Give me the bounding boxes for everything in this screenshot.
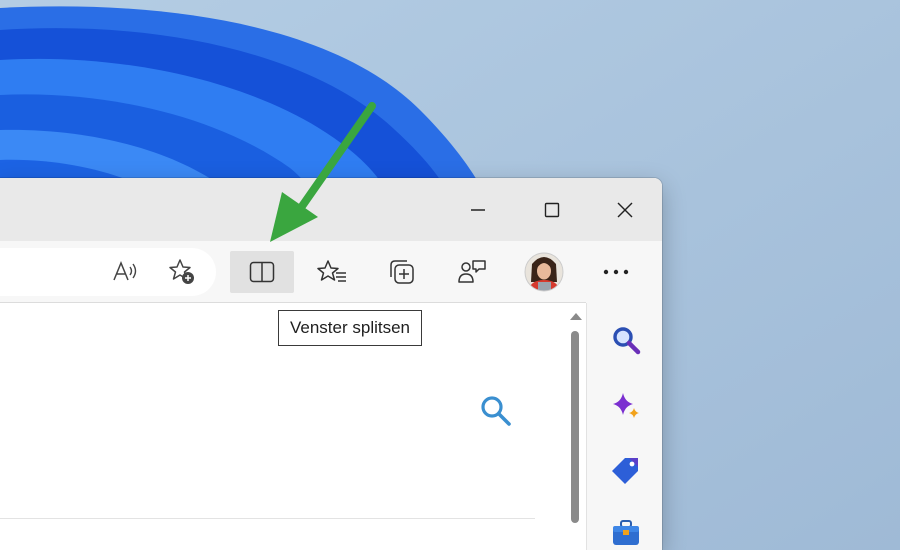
minimize-button[interactable] [448,186,508,234]
feedback-icon [458,260,486,283]
split-window-tooltip: Venster splitsen [278,310,423,346]
collections-button[interactable] [380,250,424,294]
content-divider [0,518,535,519]
toolbox-icon [613,520,639,545]
close-button[interactable] [595,186,655,234]
split-window-button[interactable] [230,251,294,293]
read-aloud-icon [113,261,137,281]
sidebar-item-shopping[interactable] [609,453,643,487]
search-icon [481,396,511,426]
split-screen-icon [249,261,275,283]
feedback-button[interactable] [450,250,494,294]
title-bar[interactable] [0,178,662,241]
page-search-button[interactable] [478,393,514,429]
add-favorite-icon [169,259,194,284]
maximize-icon [544,202,560,218]
minimize-icon [471,209,485,211]
add-favorite-button[interactable] [160,250,204,294]
browser-window [0,178,662,550]
settings-and-more-button[interactable] [594,250,638,294]
more-icon [603,269,629,275]
vertical-scrollbar[interactable] [566,303,586,550]
maximize-button[interactable] [522,186,582,234]
favorites-button[interactable] [310,250,354,294]
read-aloud-button[interactable] [103,250,147,294]
profile-button[interactable] [522,250,566,294]
sparkle-icon [613,393,639,418]
sidebar-item-tools[interactable] [609,515,643,549]
scroll-thumb[interactable] [571,331,579,523]
sidebar-item-copilot[interactable] [609,389,643,423]
address-bar[interactable] [0,248,216,296]
toolbar [0,241,662,303]
favorites-icon [317,260,346,282]
sidebar-item-search[interactable] [609,323,643,357]
scroll-up-arrow-icon[interactable] [566,308,586,324]
close-icon [617,202,633,218]
search-icon [613,327,641,355]
collections-icon [390,260,414,284]
tag-icon [612,458,638,484]
avatar [524,252,564,292]
edge-sidebar [586,303,662,550]
